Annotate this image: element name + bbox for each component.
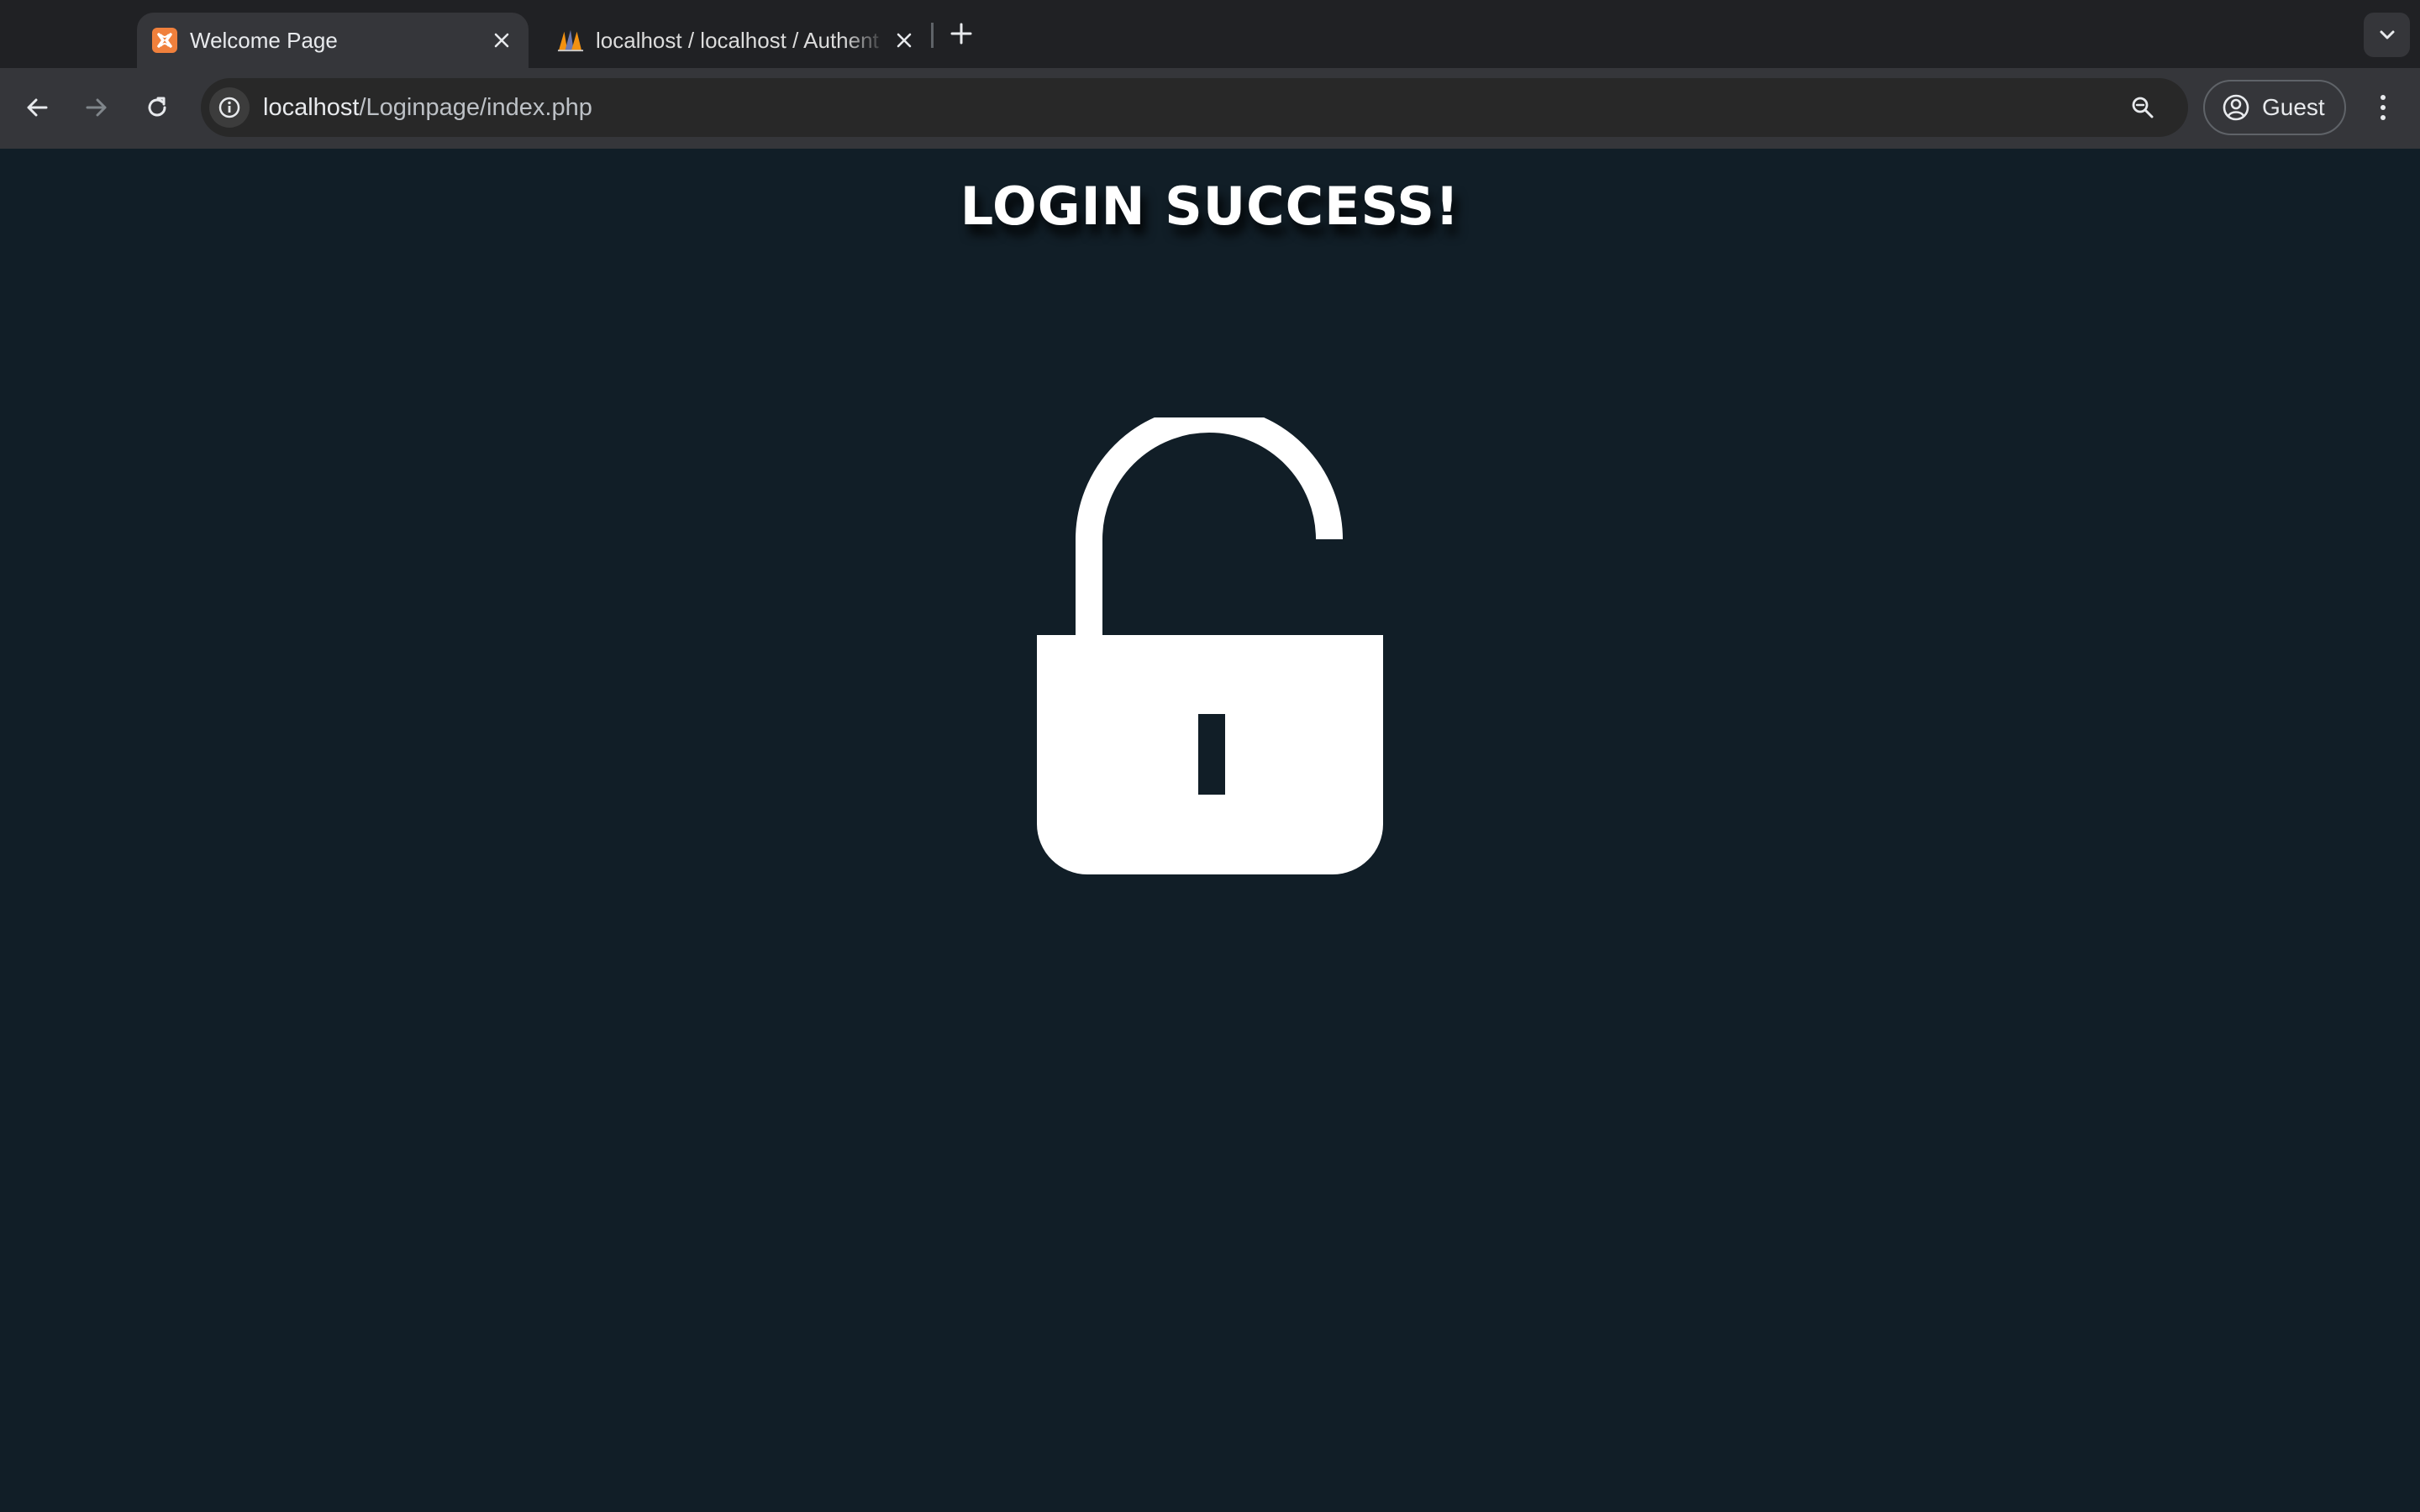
tab-separator [931,23,934,48]
url-text[interactable]: localhost/Loginpage/index.php [263,94,592,122]
tab-strip: Welcome Page localhost / localhost / Aut… [0,0,2420,68]
reload-icon [148,97,166,117]
zoom-icon[interactable] [2123,87,2163,128]
tab-search-button[interactable] [2364,13,2410,57]
account-circle-icon [2222,93,2250,122]
tab-title: localhost / localhost / Authent [596,27,879,53]
site-info-icon[interactable] [209,87,250,128]
tab-title: Welcome Page [190,27,338,53]
new-tab-button[interactable] [944,17,978,50]
page-title: LOGIN SUCCESS! [960,176,1460,237]
close-tab-icon[interactable] [887,24,921,57]
profile-label: Guest [2262,94,2325,120]
tab-welcome-page[interactable]: Welcome Page [137,13,529,68]
page-viewport: LOGIN SUCCESS! [0,149,2420,1512]
url-path: /Loginpage/index.php [359,93,592,121]
url-host: localhost [263,93,360,121]
chevron-down-icon [2380,30,2394,39]
phpmyadmin-icon [557,27,584,54]
more-vertical-icon [2381,95,2386,120]
arrow-right-icon [86,98,107,117]
arrow-left-icon [27,98,48,117]
reload-button[interactable] [137,87,177,128]
browser-toolbar: localhost/Loginpage/index.php Guest [0,68,2420,149]
profile-button[interactable]: Guest [2203,80,2346,135]
xampp-icon [151,27,178,54]
more-menu-button[interactable] [2363,87,2403,128]
close-tab-icon[interactable] [485,24,518,57]
back-button[interactable] [17,87,57,128]
unlocked-padlock-icon [1037,417,1383,874]
tab-phpmyadmin[interactable]: localhost / localhost / Authent [543,13,931,68]
address-bar[interactable]: localhost/Loginpage/index.php [201,78,2188,137]
forward-button[interactable] [76,87,117,128]
